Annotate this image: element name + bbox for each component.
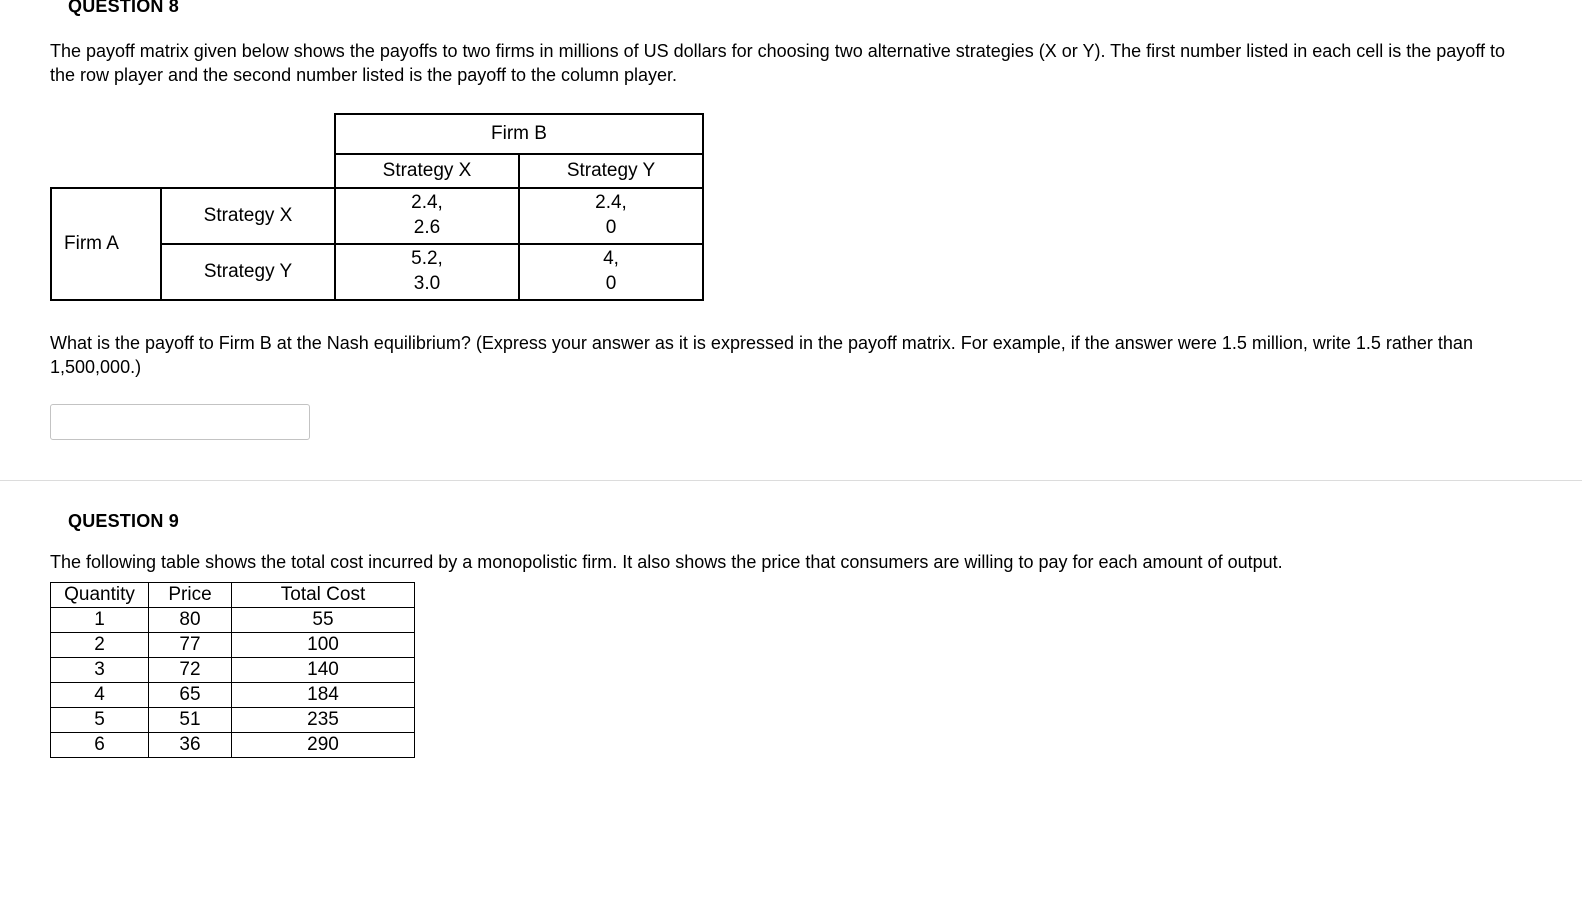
answer-input[interactable]: [50, 404, 310, 440]
payoff-cell-x-y: 2.4, 0: [519, 188, 703, 244]
cell-quantity: 5: [51, 708, 149, 733]
payoff-value: 3.0: [337, 272, 517, 297]
cell-price: 80: [149, 608, 232, 633]
payoff-value: 4,: [521, 247, 701, 272]
question-8-heading: QUESTION 8: [68, 0, 1532, 17]
table-row: 2 77 100: [51, 633, 415, 658]
col-header-quantity: Quantity: [51, 583, 149, 608]
cell-quantity: 3: [51, 658, 149, 683]
cell-price: 77: [149, 633, 232, 658]
section-divider: [0, 480, 1582, 481]
payoff-value: 2.6: [337, 216, 517, 241]
payoff-cell-y-y: 4, 0: [519, 244, 703, 300]
cost-table: Quantity Price Total Cost 1 80 55 2 77 1…: [50, 582, 415, 758]
cell-quantity: 1: [51, 608, 149, 633]
cell-total-cost: 100: [232, 633, 415, 658]
table-row: 6 36 290: [51, 733, 415, 758]
question-9-intro: The following table shows the total cost…: [50, 550, 1532, 574]
table-row: 1 80 55: [51, 608, 415, 633]
cell-quantity: 2: [51, 633, 149, 658]
cell-price: 72: [149, 658, 232, 683]
payoff-value: 5.2,: [337, 247, 517, 272]
payoff-matrix: Firm B Strategy X Strategy Y Firm A Stra…: [50, 113, 1532, 301]
cell-total-cost: 140: [232, 658, 415, 683]
col-header-strategy-x: Strategy X: [335, 154, 519, 188]
cell-price: 36: [149, 733, 232, 758]
row-header-strategy-y: Strategy Y: [161, 244, 335, 300]
row-header-strategy-x: Strategy X: [161, 188, 335, 244]
cell-quantity: 6: [51, 733, 149, 758]
payoff-value: 0: [521, 216, 701, 241]
firm-b-label: Firm B: [335, 114, 703, 154]
firm-a-label: Firm A: [51, 188, 161, 300]
table-row: 4 65 184: [51, 683, 415, 708]
cell-price: 65: [149, 683, 232, 708]
payoff-cell-x-x: 2.4, 2.6: [335, 188, 519, 244]
payoff-value: 2.4,: [337, 191, 517, 216]
cell-total-cost: 290: [232, 733, 415, 758]
cell-total-cost: 184: [232, 683, 415, 708]
table-header-row: Quantity Price Total Cost: [51, 583, 415, 608]
col-header-strategy-y: Strategy Y: [519, 154, 703, 188]
col-header-total-cost: Total Cost: [232, 583, 415, 608]
table-row: 5 51 235: [51, 708, 415, 733]
cell-price: 51: [149, 708, 232, 733]
payoff-cell-y-x: 5.2, 3.0: [335, 244, 519, 300]
question-8-prompt: What is the payoff to Firm B at the Nash…: [50, 331, 1532, 380]
payoff-value: 0: [521, 272, 701, 297]
question-9-heading: QUESTION 9: [68, 511, 1532, 532]
col-header-price: Price: [149, 583, 232, 608]
cell-quantity: 4: [51, 683, 149, 708]
cell-total-cost: 55: [232, 608, 415, 633]
cell-total-cost: 235: [232, 708, 415, 733]
question-8-intro: The payoff matrix given below shows the …: [50, 39, 1532, 88]
payoff-value: 2.4,: [521, 191, 701, 216]
table-row: 3 72 140: [51, 658, 415, 683]
